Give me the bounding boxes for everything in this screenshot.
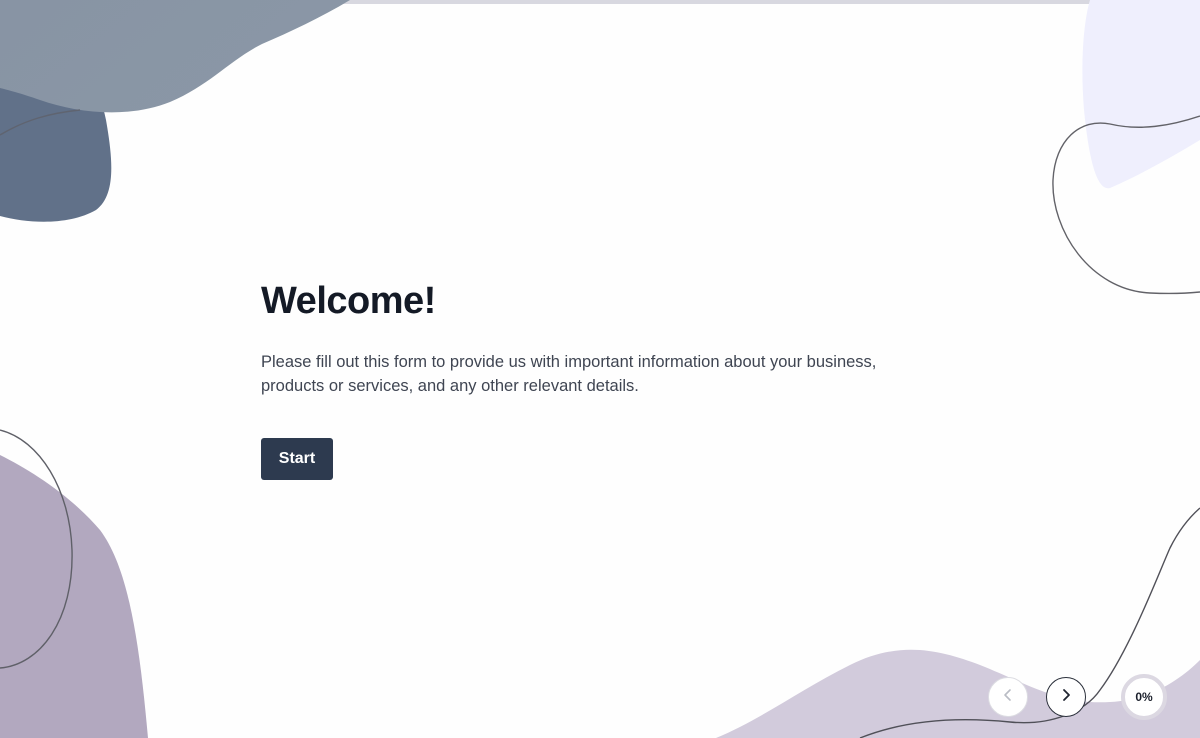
- progress-percent: 0%: [1135, 690, 1153, 704]
- chevron-right-icon: [1059, 688, 1073, 707]
- welcome-description: Please fill out this form to provide us …: [261, 353, 877, 395]
- blob-top-right: [1082, 0, 1200, 189]
- welcome-content: Welcome! Please fill out this form to pr…: [261, 278, 941, 480]
- progress-indicator: 0%: [1120, 673, 1168, 721]
- blob-bottom-left: [0, 455, 148, 738]
- form-welcome-screen: Welcome! Please fill out this form to pr…: [0, 0, 1200, 738]
- next-button[interactable]: [1046, 677, 1086, 717]
- previous-button[interactable]: [988, 677, 1028, 717]
- blob-top-left-light: [0, 0, 350, 113]
- chevron-left-icon: [1001, 688, 1015, 707]
- start-button[interactable]: Start: [261, 438, 333, 480]
- page-title: Welcome!: [261, 280, 436, 322]
